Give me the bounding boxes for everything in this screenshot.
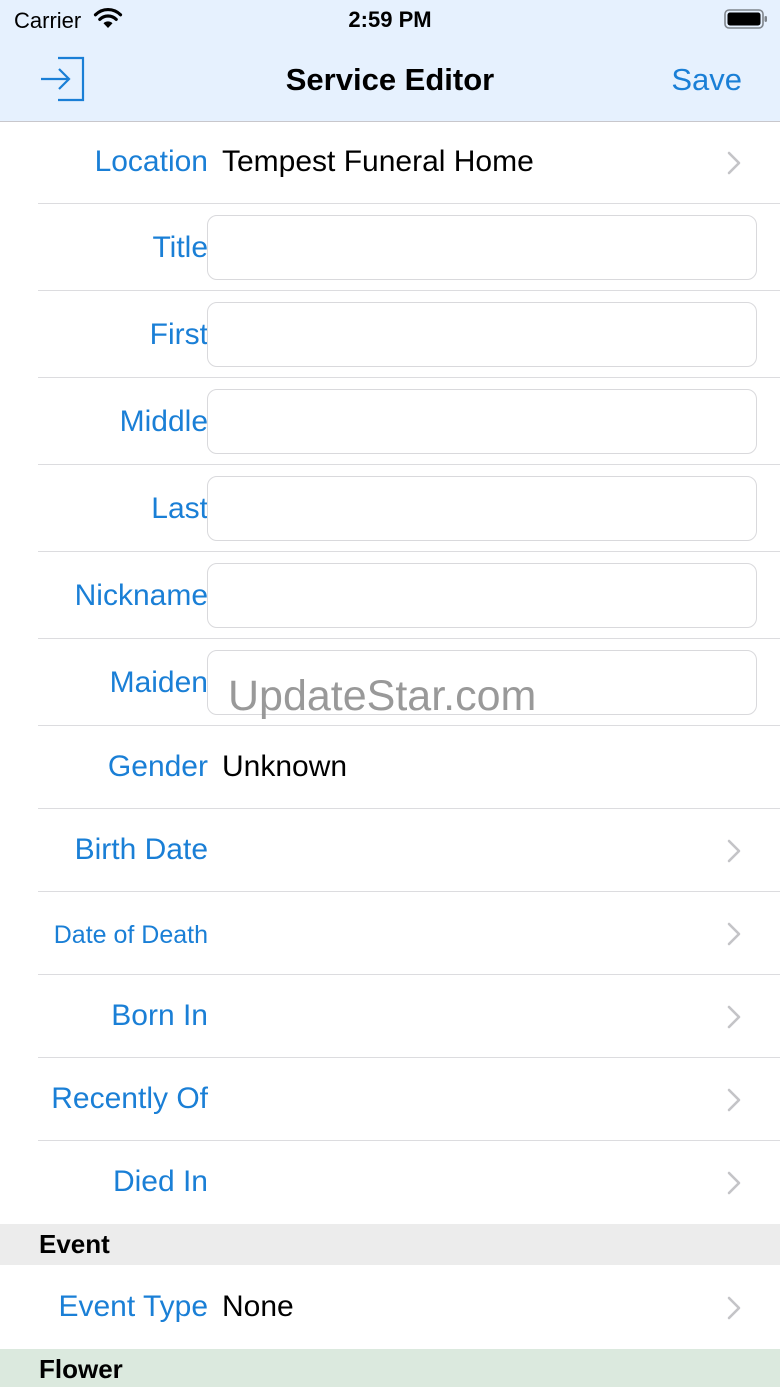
died-in-row[interactable]: Died In: [0, 1141, 780, 1224]
first-row: First: [0, 291, 780, 378]
maiden-row: Maiden: [0, 639, 780, 726]
event-section-header: Event: [0, 1224, 780, 1265]
nickname-field[interactable]: [207, 563, 757, 628]
nickname-row: Nickname: [0, 552, 780, 639]
maiden-label: Maiden: [109, 666, 208, 699]
chevron-right-icon: [727, 1088, 741, 1112]
save-button[interactable]: Save: [671, 62, 742, 98]
middle-row: Middle: [0, 378, 780, 465]
first-label: First: [149, 318, 208, 351]
recently-of-row[interactable]: Recently Of: [0, 1058, 780, 1141]
last-label: Last: [151, 492, 208, 525]
born-in-row[interactable]: Born In: [0, 975, 780, 1058]
page-title: Service Editor: [285, 62, 495, 97]
died-in-label: Died In: [112, 1165, 208, 1198]
date-of-death-row[interactable]: Date of Death: [0, 892, 780, 975]
chevron-right-icon: [727, 1296, 741, 1320]
gender-row[interactable]: Gender Unknown: [0, 726, 780, 809]
chevron-right-icon: [727, 922, 741, 946]
gender-label: Gender: [107, 750, 208, 783]
service-form: Location Tempest Funeral Home Title Firs…: [0, 122, 780, 1387]
event-type-value: None: [222, 1290, 294, 1323]
navigation-bar: Service Editor Save: [0, 40, 780, 122]
chevron-right-icon: [727, 839, 741, 863]
status-bar: Carrier 2:59 PM: [0, 0, 780, 40]
battery-icon: [724, 9, 767, 29]
nickname-label: Nickname: [74, 579, 208, 612]
flower-section-header: Flower: [0, 1349, 780, 1387]
chevron-right-icon: [727, 1005, 741, 1029]
maiden-name-field[interactable]: [207, 650, 757, 715]
born-in-label: Born In: [111, 999, 208, 1032]
last-row: Last: [0, 465, 780, 552]
location-row[interactable]: Location Tempest Funeral Home: [0, 122, 780, 204]
last-name-field[interactable]: [207, 476, 757, 541]
chevron-right-icon: [727, 1171, 741, 1195]
middle-name-field[interactable]: [207, 389, 757, 454]
middle-label: Middle: [119, 405, 208, 438]
event-type-label: Event Type: [58, 1290, 208, 1323]
location-label: Location: [94, 145, 208, 178]
location-value: Tempest Funeral Home: [222, 145, 534, 178]
status-time: 2:59 PM: [348, 7, 432, 32]
chevron-right-icon: [727, 151, 741, 175]
birth-date-row[interactable]: Birth Date: [0, 809, 780, 892]
title-row: Title: [0, 204, 780, 291]
date-of-death-label: Date of Death: [53, 921, 208, 949]
first-name-field[interactable]: [207, 302, 757, 367]
birth-date-label: Birth Date: [74, 833, 208, 866]
recently-of-label: Recently Of: [51, 1082, 208, 1115]
title-label: Title: [152, 231, 208, 264]
event-type-row[interactable]: Event Type None: [0, 1265, 780, 1349]
gender-value: Unknown: [222, 750, 348, 783]
title-field[interactable]: [207, 215, 757, 280]
